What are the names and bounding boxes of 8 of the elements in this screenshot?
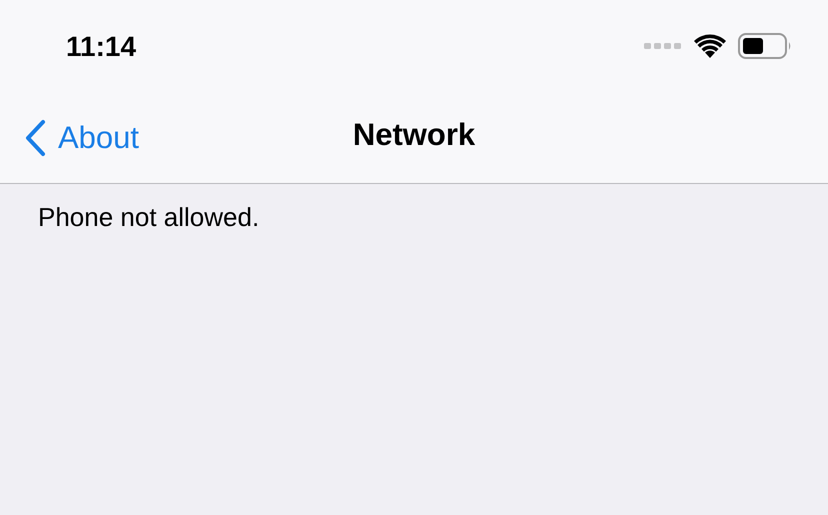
status-time: 11:14: [66, 30, 136, 62]
back-chevron-icon: [24, 119, 46, 157]
wifi-icon: [694, 34, 726, 58]
no-signal-icon: [644, 42, 682, 50]
battery-icon: [738, 32, 792, 58]
back-button[interactable]: About: [24, 119, 140, 157]
message-text: Phone not allowed.: [38, 202, 260, 233]
page-title: Network: [352, 117, 476, 153]
